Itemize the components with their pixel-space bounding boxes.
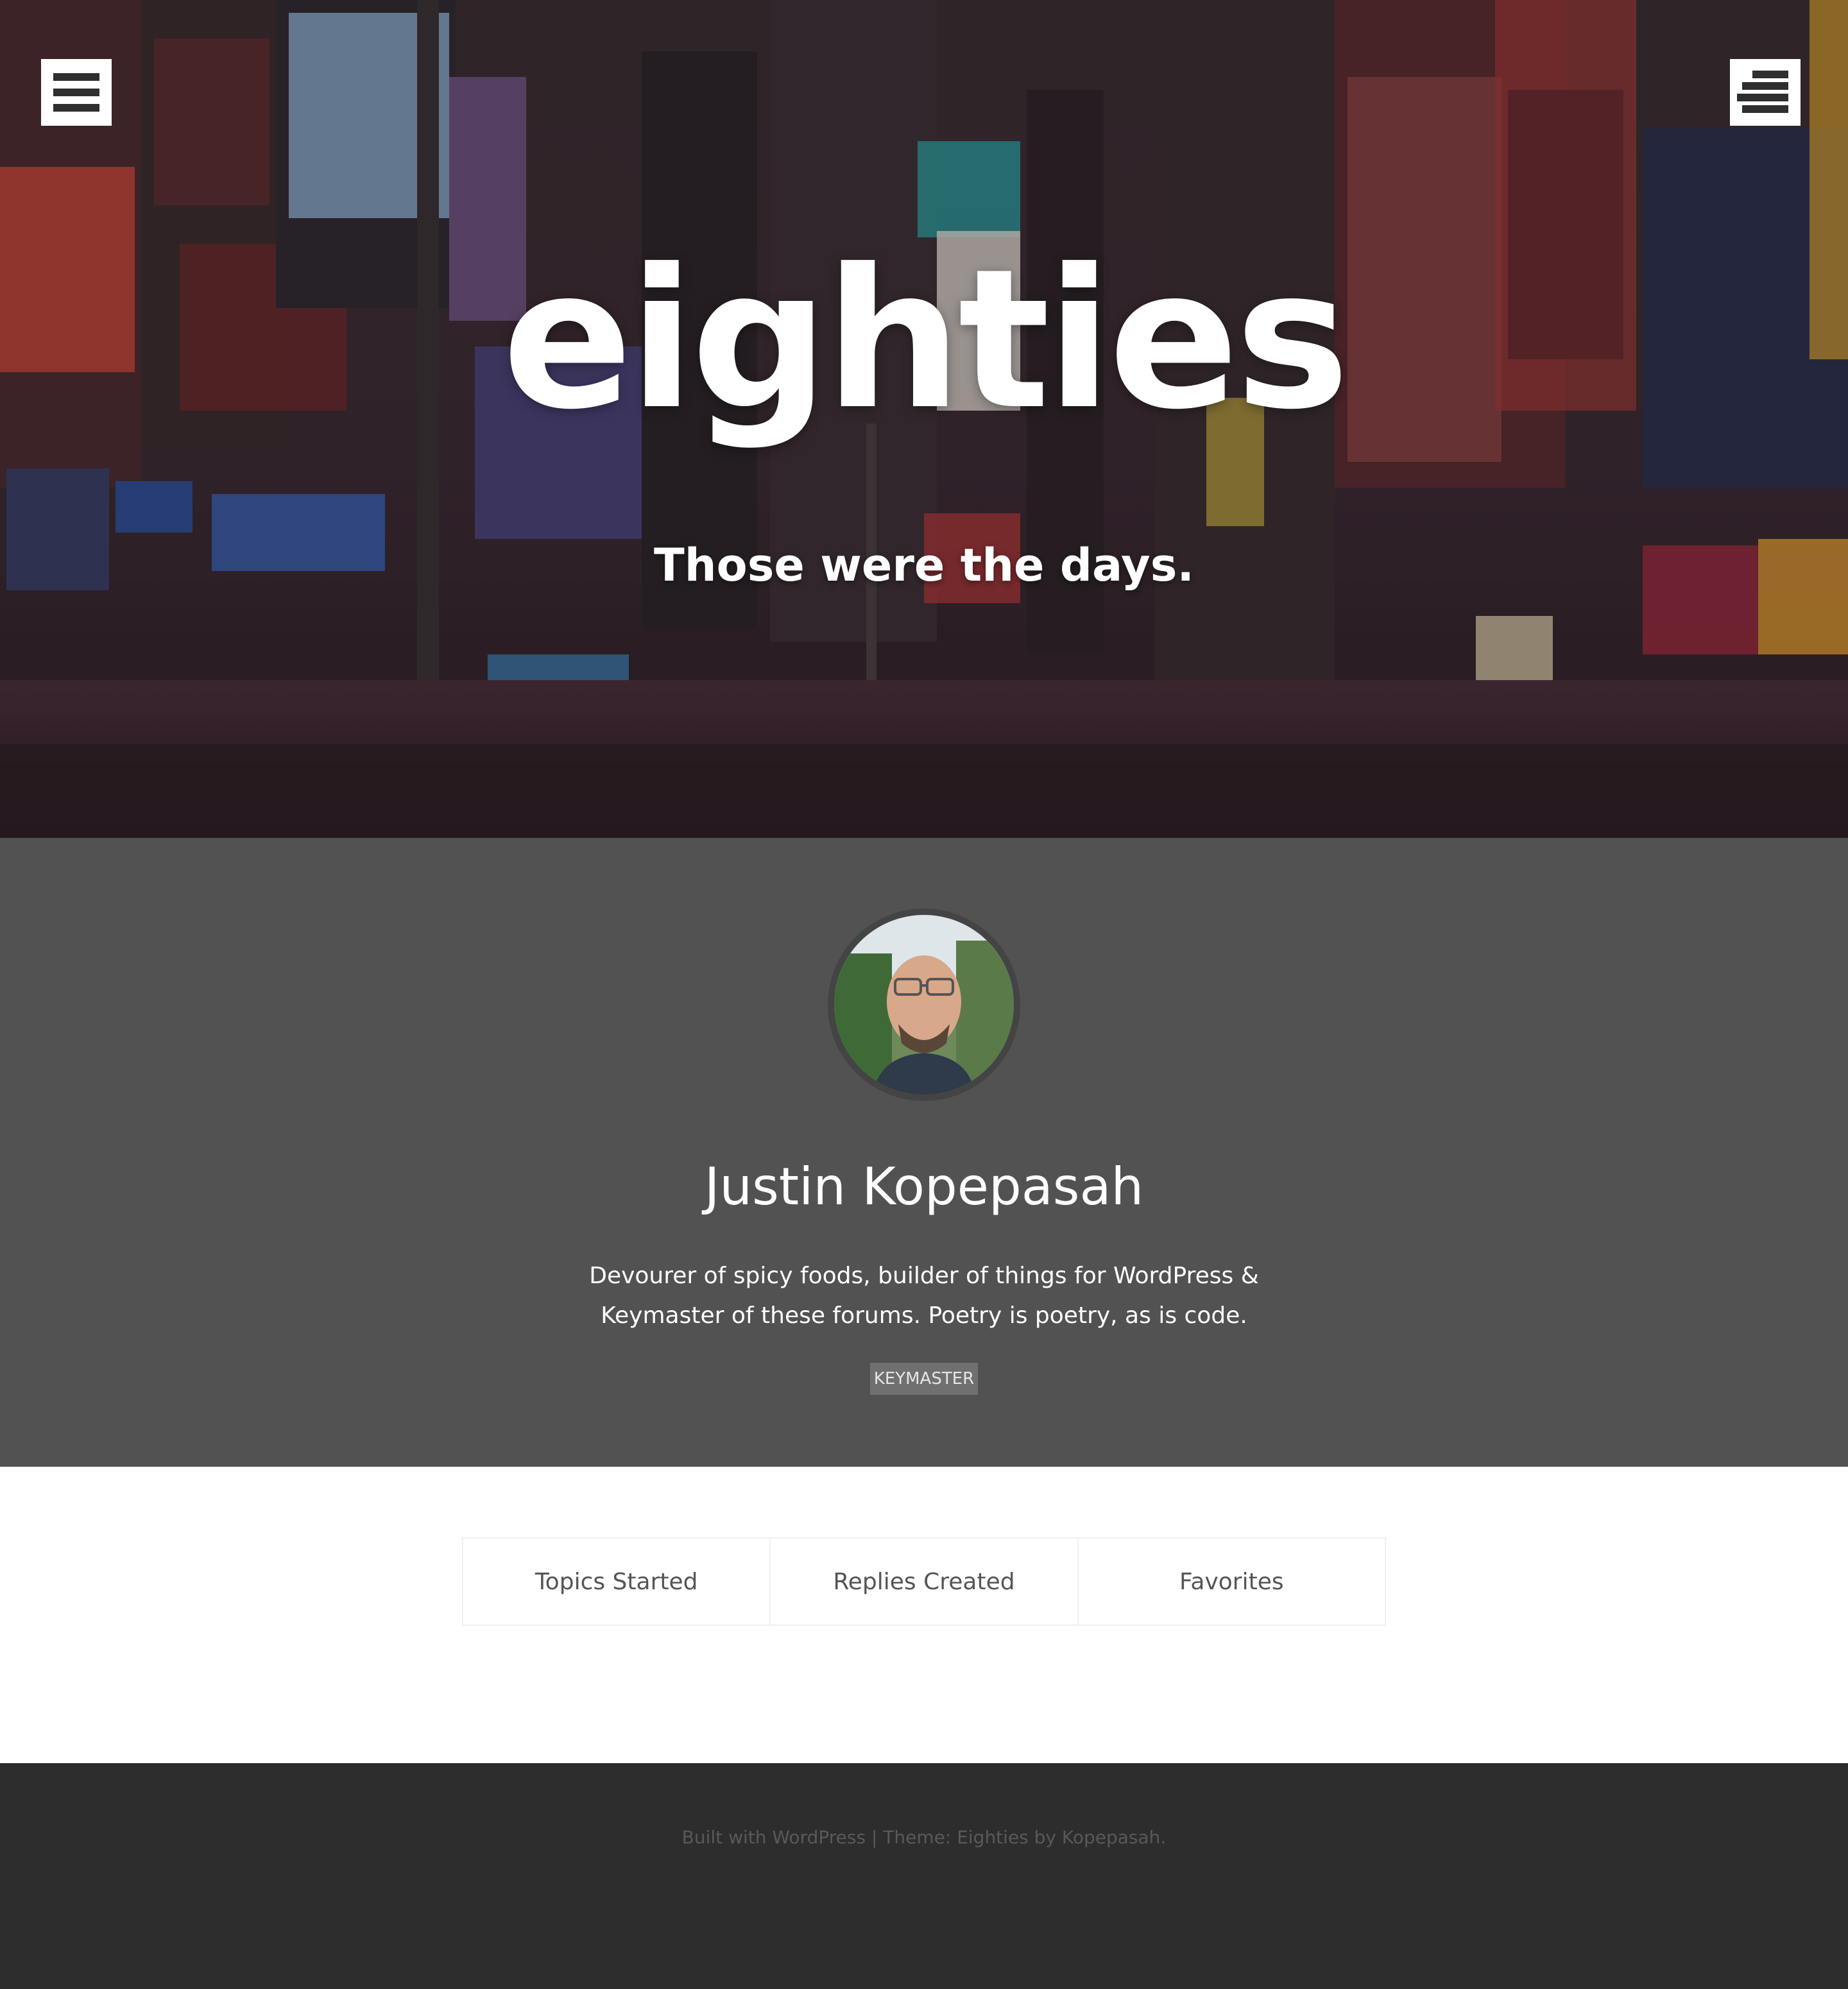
site-tagline: Those were the days. — [654, 539, 1194, 592]
footer-credits: Built with WordPress | Theme: Eighties b… — [0, 1825, 1848, 1850]
profile-tabs-section: Topics Started Replies Created Favorites — [0, 1467, 1848, 1763]
tab-topics-started[interactable]: Topics Started — [463, 1539, 771, 1625]
user-bio: Devourer of spicy foods, builder of thin… — [589, 1263, 1259, 1329]
user-role-badge: KEYMASTER — [870, 1363, 978, 1395]
avatar[interactable] — [828, 909, 1020, 1101]
theme-credit-link[interactable]: Theme: Eighties by Kopepasah. — [883, 1827, 1166, 1848]
sidebar-menu-button[interactable] — [1730, 59, 1801, 126]
user-avatar-image — [834, 915, 1014, 1095]
user-profile-header: Justin Kopepasah Devourer of spicy foods… — [0, 838, 1848, 1467]
site-title[interactable]: eighties — [0, 218, 1848, 462]
tab-favorites[interactable]: Favorites — [1079, 1539, 1385, 1625]
main-menu-button[interactable] — [41, 59, 112, 126]
tab-replies-created[interactable]: Replies Created — [771, 1539, 1079, 1625]
user-display-name: Justin Kopepasah — [704, 1157, 1144, 1216]
footer-separator: | — [871, 1827, 878, 1848]
hero-header: eighties Those were the days. — [0, 0, 1848, 838]
built-with-wordpress-link[interactable]: Built with WordPress — [682, 1827, 866, 1848]
profile-tabs: Topics Started Replies Created Favorites — [462, 1537, 1386, 1626]
site-footer: Built with WordPress | Theme: Eighties b… — [0, 1763, 1848, 1989]
